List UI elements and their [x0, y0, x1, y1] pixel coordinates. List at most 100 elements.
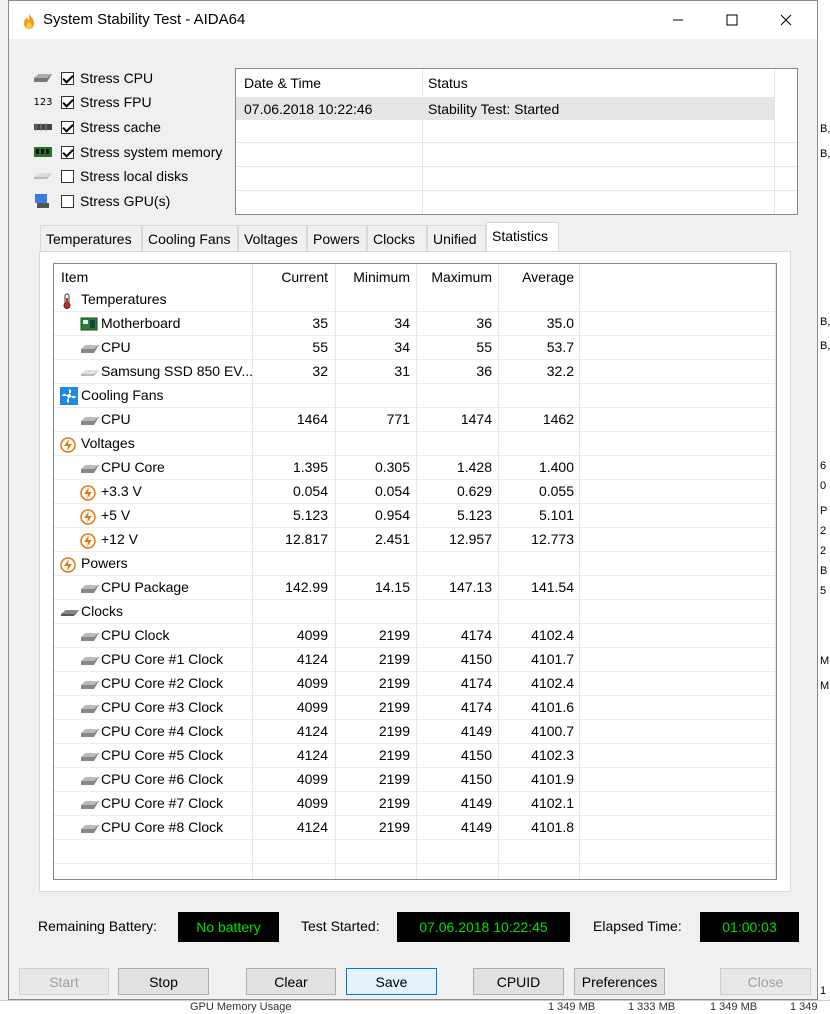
stress-memory-checkbox[interactable]	[61, 145, 74, 159]
background-text: 5	[820, 585, 827, 597]
statistics-row-label: +12 V	[101, 531, 138, 547]
statistics-cell-maximum: 36	[476, 363, 492, 379]
elapsed-time-label: Elapsed Time:	[593, 918, 682, 934]
col-header-average[interactable]: Average	[498, 269, 574, 285]
statistics-row[interactable]: CPU Package 142.99 14.15 147.13 141.54	[54, 576, 776, 600]
cpuid-button[interactable]: CPUID	[473, 968, 564, 995]
col-header-current[interactable]: Current	[252, 269, 328, 285]
statistics-cell-maximum: 4150	[460, 771, 492, 787]
stress-disks-checkbox[interactable]	[61, 169, 74, 183]
col-header-item[interactable]: Item	[61, 269, 88, 285]
statistics-group-row[interactable]: Cooling Fans	[54, 384, 776, 408]
statistics-cell-average: 32.2	[546, 363, 574, 379]
statistics-table[interactable]: Item Current Minimum Maximum Average Tem…	[53, 263, 777, 880]
clear-button[interactable]: Clear	[246, 968, 336, 995]
cpu-chip-icon	[80, 413, 99, 427]
statistics-row[interactable]: CPU Core #4 Clock 4124 2199 4149 4100.7	[54, 720, 776, 744]
statistics-cell-maximum: 4174	[460, 627, 492, 643]
background-text: 6	[820, 460, 827, 472]
stress-gpu-option[interactable]: Stress GPU(s)	[33, 190, 170, 212]
statistics-row[interactable]: CPU Core #1 Clock 4124 2199 4150 4101.7	[54, 648, 776, 672]
stress-cpu-option[interactable]: Stress CPU	[33, 67, 153, 89]
stress-disks-label: Stress local disks	[80, 168, 189, 184]
battery-value: No battery	[178, 912, 279, 942]
tab-unified[interactable]: Unified	[427, 225, 486, 251]
save-button[interactable]: Save	[346, 968, 437, 995]
col-header-minimum[interactable]: Minimum	[335, 269, 410, 285]
lightning-icon	[60, 437, 78, 453]
battery-label: Remaining Battery:	[38, 918, 158, 934]
tab-voltages[interactable]: Voltages	[238, 225, 307, 251]
log-row[interactable]: 07.06.2018 10:22:46 Stability Test: Star…	[236, 97, 774, 120]
statistics-row[interactable]: CPU Core #6 Clock 4099 2199 4150 4101.9	[54, 768, 776, 792]
minimize-button[interactable]	[655, 1, 701, 39]
statistics-group-row[interactable]: Temperatures	[54, 288, 776, 312]
tab-statistics[interactable]: Statistics	[486, 222, 559, 252]
start-button[interactable]: Start	[19, 968, 109, 995]
statistics-row[interactable]: CPU Core #2 Clock 4099 2199 4174 4102.4	[54, 672, 776, 696]
statistics-cell-current: 4124	[296, 747, 328, 763]
statistics-row[interactable]: CPU Core #8 Clock 4124 2199 4149 4101.8	[54, 816, 776, 840]
col-header-maximum[interactable]: Maximum	[416, 269, 492, 285]
maximize-button[interactable]	[709, 1, 755, 39]
stress-fpu-option[interactable]: 123 Stress FPU	[33, 91, 151, 113]
stop-button[interactable]: Stop	[118, 968, 209, 995]
statistics-row[interactable]: CPU Core #7 Clock 4099 2199 4149 4102.1	[54, 792, 776, 816]
statistics-cell-maximum: 5.123	[456, 507, 492, 523]
statistics-row[interactable]: +3.3 V 0.054 0.054 0.629 0.055	[54, 480, 776, 504]
statistics-row-label: Voltages	[81, 435, 135, 451]
tab-powers[interactable]: Powers	[307, 225, 367, 251]
statistics-header-row: Item Current Minimum Maximum Average	[54, 264, 776, 288]
cpu-chip-icon	[80, 725, 99, 739]
title-bar[interactable]: System Stability Test - AIDA64	[9, 1, 817, 39]
stress-disks-option[interactable]: Stress local disks	[33, 165, 188, 187]
statistics-row[interactable]: CPU Core #3 Clock 4099 2199 4174 4101.6	[54, 696, 776, 720]
stress-cache-option[interactable]: Stress cache	[33, 116, 161, 138]
statistics-row[interactable]: CPU 1464 771 1474 1462	[54, 408, 776, 432]
statistics-row[interactable]: CPU Core 1.395 0.305 1.428 1.400	[54, 456, 776, 480]
statistics-cell-current: 55	[312, 339, 328, 355]
statistics-row-label: Temperatures	[81, 291, 167, 307]
close-button[interactable]: Close	[720, 968, 811, 995]
statistics-cell-minimum: 2199	[378, 795, 410, 811]
maximize-icon	[726, 14, 738, 26]
event-log-list[interactable]: Date & Time Status 07.06.2018 10:22:46 S…	[235, 68, 798, 215]
stress-cache-checkbox[interactable]	[61, 120, 74, 134]
statistics-row[interactable]: Samsung SSD 850 EV... 32 31 36 32.2	[54, 360, 776, 384]
close-window-button[interactable]	[763, 1, 809, 39]
log-header-status[interactable]: Status	[428, 75, 468, 91]
statistics-cell-minimum: 2199	[378, 747, 410, 763]
statistics-row[interactable]: CPU 55 34 55 53.7	[54, 336, 776, 360]
statistics-row[interactable]: +12 V 12.817 2.451 12.957 12.773	[54, 528, 776, 552]
stress-memory-option[interactable]: Stress system memory	[33, 141, 222, 163]
statistics-row[interactable]: +5 V 5.123 0.954 5.123 5.101	[54, 504, 776, 528]
tab-temperatures[interactable]: Temperatures	[40, 225, 142, 251]
background-text: M	[820, 655, 830, 667]
statistics-row[interactable]: CPU Core #5 Clock 4124 2199 4150 4102.3	[54, 744, 776, 768]
tab-cooling-fans[interactable]: Cooling Fans	[142, 225, 238, 251]
stress-gpu-checkbox[interactable]	[61, 194, 74, 208]
statistics-cell-current: 142.99	[285, 579, 328, 595]
preferences-button[interactable]: Preferences	[574, 968, 665, 995]
statistics-cell-minimum: 0.054	[374, 483, 410, 499]
elapsed-time-value: 01:00:03	[700, 912, 799, 942]
lightning-icon	[80, 509, 98, 525]
fpu-123-icon: 123	[33, 96, 53, 108]
stress-cpu-checkbox[interactable]	[61, 71, 74, 85]
statistics-row[interactable]: CPU Clock 4099 2199 4174 4102.4	[54, 624, 776, 648]
statistics-cell-maximum: 55	[476, 339, 492, 355]
statistics-cell-current: 4124	[296, 819, 328, 835]
statistics-cell-minimum: 2199	[378, 699, 410, 715]
statistics-group-row[interactable]: Voltages	[54, 432, 776, 456]
stress-fpu-checkbox[interactable]	[61, 95, 74, 109]
statistics-group-row[interactable]: Powers	[54, 552, 776, 576]
tab-clocks[interactable]: Clocks	[367, 225, 427, 251]
statistics-cell-maximum: 36	[476, 315, 492, 331]
disk-drive-icon	[33, 168, 53, 184]
statistics-row[interactable]: Motherboard 35 34 36 35.0	[54, 312, 776, 336]
statistics-row-label: Cooling Fans	[81, 387, 164, 403]
statistics-row-label: Samsung SSD 850 EV...	[101, 363, 254, 379]
statistics-group-row[interactable]: Clocks	[54, 600, 776, 624]
log-header-datetime[interactable]: Date & Time	[244, 75, 321, 91]
statistics-cell-minimum: 0.954	[374, 507, 410, 523]
